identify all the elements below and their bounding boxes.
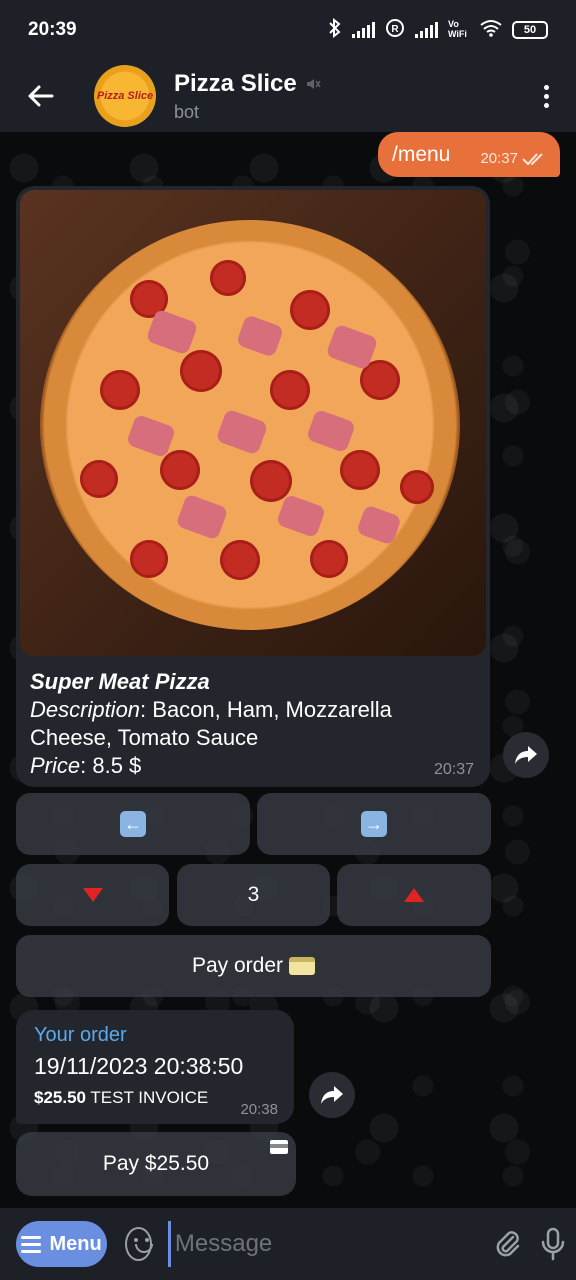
invoice-label: TEST INVOICE	[90, 1088, 209, 1107]
avatar[interactable]: Pizza Slice	[94, 65, 156, 127]
more-options-button[interactable]	[516, 84, 576, 108]
bluetooth-icon	[328, 17, 342, 42]
share-icon	[321, 1086, 343, 1104]
message-input-bar: Menu	[0, 1208, 576, 1280]
pay-order-button[interactable]: Pay order	[16, 935, 491, 997]
signal-icon	[352, 22, 375, 38]
decrease-quantity-button[interactable]	[16, 864, 169, 926]
chat-title-text: Pizza Slice	[174, 69, 297, 97]
pay-invoice-label: Pay $25.50	[102, 1152, 210, 1175]
price-label: Price	[30, 753, 81, 778]
microphone-icon	[541, 1227, 565, 1261]
quantity-button[interactable]: 3	[177, 864, 330, 926]
invoice-message[interactable]: Your order 19/11/2023 20:38:50 $25.50 TE…	[16, 1010, 294, 1124]
product-caption: Super Meat Pizza Description: Bacon, Ham…	[30, 668, 470, 780]
product-description: Description: Bacon, Ham, Mozzarella Chee…	[30, 696, 470, 752]
quantity-value: 3	[247, 883, 260, 906]
invoice-title: Your order	[34, 1024, 127, 1046]
vowifi-icon: Vo WiFi	[448, 18, 470, 42]
bot-menu-button[interactable]: Menu	[16, 1221, 108, 1267]
back-button[interactable]	[0, 60, 80, 132]
muted-icon	[306, 78, 321, 89]
wifi-icon	[480, 19, 502, 41]
outgoing-message-text: /menu	[392, 142, 451, 166]
product-message-time: 20:37	[433, 761, 474, 778]
message-input[interactable]	[167, 1221, 485, 1267]
arrow-right-icon: →	[361, 811, 387, 837]
share-button[interactable]	[503, 732, 549, 778]
svg-text:R: R	[391, 24, 399, 35]
pizza-photo[interactable]	[20, 190, 486, 656]
emoji-icon[interactable]	[125, 1227, 153, 1261]
previous-button[interactable]: ←	[16, 793, 250, 855]
chat-title-block[interactable]: Pizza Slice bot	[174, 70, 516, 123]
arrow-left-icon	[28, 85, 54, 107]
status-icons: R Vo WiFi 50	[328, 17, 548, 42]
outgoing-message-meta: 20:37	[480, 150, 546, 167]
next-button[interactable]: →	[257, 793, 491, 855]
double-check-icon	[522, 152, 543, 165]
pizza-illustration	[40, 220, 460, 630]
product-message[interactable]: Super Meat Pizza Description: Bacon, Ham…	[16, 186, 490, 787]
share-icon	[515, 746, 537, 764]
hamburger-icon	[21, 1235, 42, 1253]
paperclip-icon	[496, 1231, 519, 1257]
outgoing-message-time: 20:37	[480, 150, 518, 167]
svg-text:Vo: Vo	[448, 19, 459, 29]
svg-text:WiFi: WiFi	[448, 29, 467, 38]
invoice-date: 19/11/2023 20:38:50	[34, 1053, 244, 1079]
battery-icon: 50	[512, 21, 548, 39]
share-invoice-button[interactable]	[309, 1072, 355, 1118]
pay-order-label: Pay order	[191, 954, 284, 977]
chat-subtitle: bot	[174, 101, 200, 122]
outgoing-message[interactable]: /menu 20:37	[378, 132, 560, 177]
registered-icon: R	[385, 18, 405, 42]
signal-icon-2	[415, 22, 438, 38]
attach-button[interactable]	[485, 1214, 531, 1274]
menu-label: Menu	[49, 1232, 102, 1255]
description-label: Description	[30, 697, 141, 722]
pay-invoice-button[interactable]: Pay $25.50	[16, 1132, 296, 1196]
increase-quantity-button[interactable]	[337, 864, 491, 926]
arrow-left-icon: ←	[120, 811, 146, 837]
product-name: Super Meat Pizza	[30, 669, 210, 694]
status-time: 20:39	[28, 19, 77, 40]
card-icon	[270, 1140, 288, 1154]
triangle-down-icon	[82, 888, 103, 902]
invoice-time: 20:38	[240, 1101, 278, 1118]
voice-record-button[interactable]	[530, 1214, 576, 1274]
invoice-amount: $25.50	[34, 1088, 86, 1107]
chat-title: Pizza Slice	[174, 70, 516, 98]
credit-card-icon	[289, 957, 316, 975]
status-bar: 20:39 R Vo WiFi 50	[0, 0, 576, 60]
chat-header: Pizza Slice Pizza Slice bot	[0, 60, 576, 132]
triangle-up-icon	[404, 888, 424, 902]
product-price: Price: 8.5 $	[30, 752, 470, 780]
price-value: : 8.5 $	[80, 753, 142, 778]
